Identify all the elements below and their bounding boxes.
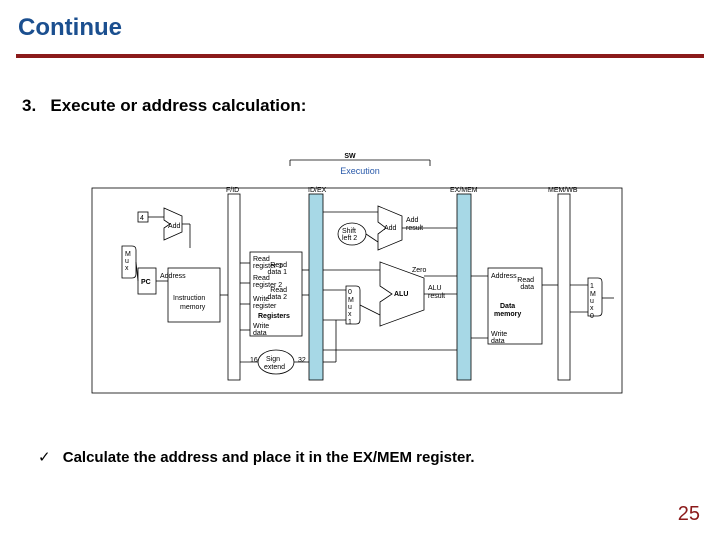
title-underline [16, 54, 704, 58]
svg-text:data: data [253, 330, 267, 337]
slide: Continue 3. Execute or address calculati… [0, 0, 720, 540]
label-dmem: Data [500, 303, 515, 310]
svg-text:data: data [491, 338, 505, 345]
label-dmem-rd: Read [517, 277, 534, 284]
label-zero: Zero [412, 267, 427, 274]
label-sw: SW [344, 153, 356, 160]
bullet-line: ✓ Calculate the address and place it in … [38, 448, 475, 466]
label-addresult: Add [406, 217, 419, 224]
label-aluresult: ALU [428, 285, 442, 292]
check-icon: ✓ [38, 448, 51, 466]
step-heading: 3. Execute or address calculation: [22, 96, 306, 116]
label-shift: Shift [342, 228, 356, 235]
svg-text:data 2: data 2 [268, 294, 288, 301]
label-signext: Sign [266, 356, 280, 363]
svg-text:memory: memory [494, 311, 521, 318]
label-registers: Registers [258, 313, 290, 320]
label-32: 32 [298, 357, 306, 364]
label-imem-1: Instruction [173, 295, 205, 302]
pipeline-diagram: SW Execution Add 4 M u x PC [90, 150, 630, 410]
bullet-text: Calculate the address and place it in th… [63, 449, 475, 466]
svg-text:data: data [520, 284, 534, 291]
svg-text:u: u [348, 304, 352, 311]
svg-text:x: x [590, 305, 594, 312]
svg-text:M: M [590, 291, 596, 298]
svg-text:extend: extend [264, 364, 285, 371]
mux-alu1: 1 [348, 319, 352, 326]
label-memwb: MEM/WB [548, 187, 578, 194]
page-number: 25 [678, 503, 700, 526]
label-16: 16 [250, 357, 258, 364]
page-title: Continue [18, 14, 122, 42]
label-idex: ID/EX [308, 187, 327, 194]
const-4: 4 [140, 215, 144, 222]
label-readreg1: Read [253, 256, 270, 263]
svg-text:u: u [125, 258, 129, 265]
label-pc: PC [141, 279, 151, 286]
label-exmem: EX/MEM [450, 187, 478, 194]
label-writereg: Write [253, 296, 269, 303]
mux-alu0: 0 [348, 289, 352, 296]
svg-text:data 1: data 1 [268, 269, 288, 276]
label-add-mid: Add [384, 225, 397, 232]
label-execution: Execution [340, 166, 380, 176]
mux-ifpc-m: M [125, 251, 131, 258]
step-number: 3. [22, 96, 36, 115]
label-add-top: Add [168, 223, 181, 230]
label-readreg2: Read [253, 275, 270, 282]
label-dmem-wd: Write [491, 331, 507, 338]
svg-text:x: x [125, 265, 129, 272]
svg-text:result: result [406, 225, 423, 232]
label-alu: ALU [394, 291, 408, 298]
label-address-imem: Address [160, 273, 186, 280]
label-dmem-addr: Address [491, 273, 517, 280]
mux-wb0: 0 [590, 313, 594, 320]
svg-text:register: register [253, 303, 277, 310]
label-ifid: F/ID [226, 187, 239, 194]
svg-text:left 2: left 2 [342, 235, 357, 242]
svg-text:memory: memory [180, 304, 206, 311]
step-text: Execute or address calculation: [50, 96, 306, 115]
mux-wb1: 1 [590, 283, 594, 290]
svg-text:u: u [590, 298, 594, 305]
svg-text:x: x [348, 311, 352, 318]
label-writedata-reg: Write [253, 323, 269, 330]
svg-text:M: M [348, 297, 354, 304]
label-readdata1: Read [270, 262, 287, 269]
label-readdata2: Read [270, 287, 287, 294]
